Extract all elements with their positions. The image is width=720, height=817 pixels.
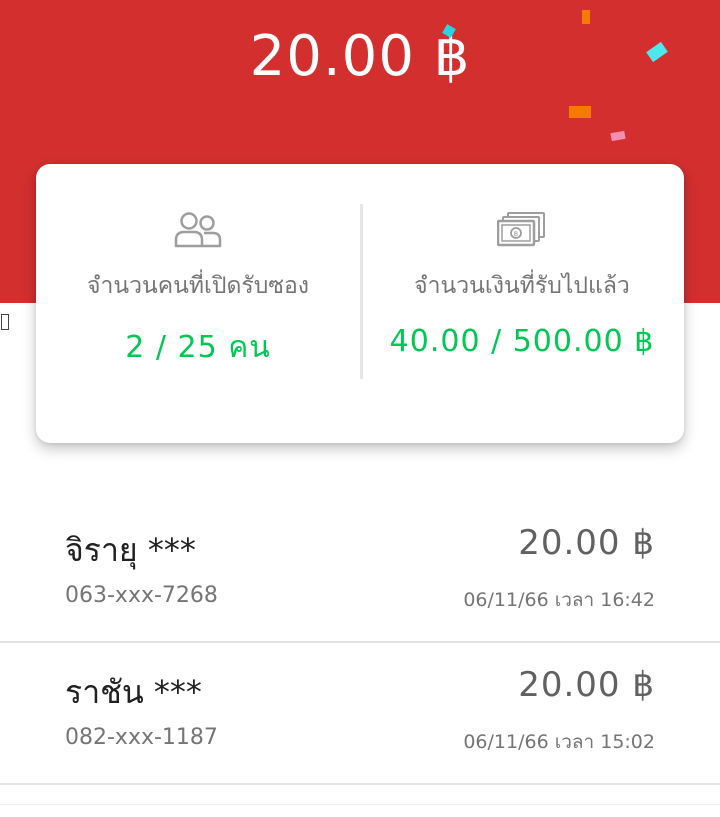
received-amount: 20.00 ฿ <box>249 24 471 89</box>
list-item[interactable]: จิรายุ *** 063-xxx-7268 20.00 ฿ 06/11/66… <box>0 501 720 643</box>
summary-card: จำนวนคนที่เปิดรับซอง 2 / 25 คน ฿ จำนวนเง… <box>36 164 684 443</box>
confetti-piece <box>582 10 590 24</box>
list-item-partial <box>0 804 720 817</box>
people-icon <box>36 210 360 254</box>
recipient-phone: 082-xxx-1187 <box>65 725 218 750</box>
recipient-time: 06/11/66 เวลา 16:42 <box>463 589 655 611</box>
recipient-amount: 20.00 ฿ <box>518 665 655 705</box>
list-item[interactable]: ราชัน *** 082-xxx-1187 20.00 ฿ 06/11/66 … <box>0 643 720 785</box>
money-value: 40.00 / 500.00 ฿ <box>389 324 655 359</box>
money-label: จำนวนเงินที่รับไปแล้ว <box>414 273 630 299</box>
participants-label: จำนวนคนที่เปิดรับซอง <box>86 273 310 299</box>
recipient-phone: 063-xxx-7268 <box>65 583 218 608</box>
missing-glyph-box <box>1 314 9 330</box>
money-stat: ฿ จำนวนเงินที่รับไปแล้ว 40.00 / 500.00 ฿ <box>360 164 684 443</box>
confetti-piece <box>569 106 591 118</box>
banknote-icon: ฿ <box>360 210 684 254</box>
participants-stat: จำนวนคนที่เปิดรับซอง 2 / 25 คน <box>36 164 360 443</box>
participants-value: 2 / 25 คน <box>125 330 271 365</box>
recipient-name: ราชัน *** <box>65 673 202 711</box>
svg-text:฿: ฿ <box>514 230 518 238</box>
confetti-piece <box>610 130 626 142</box>
recipient-amount: 20.00 ฿ <box>518 523 655 563</box>
recipient-time: 06/11/66 เวลา 15:02 <box>463 731 655 753</box>
recipient-name: จิรายุ *** <box>65 531 196 569</box>
